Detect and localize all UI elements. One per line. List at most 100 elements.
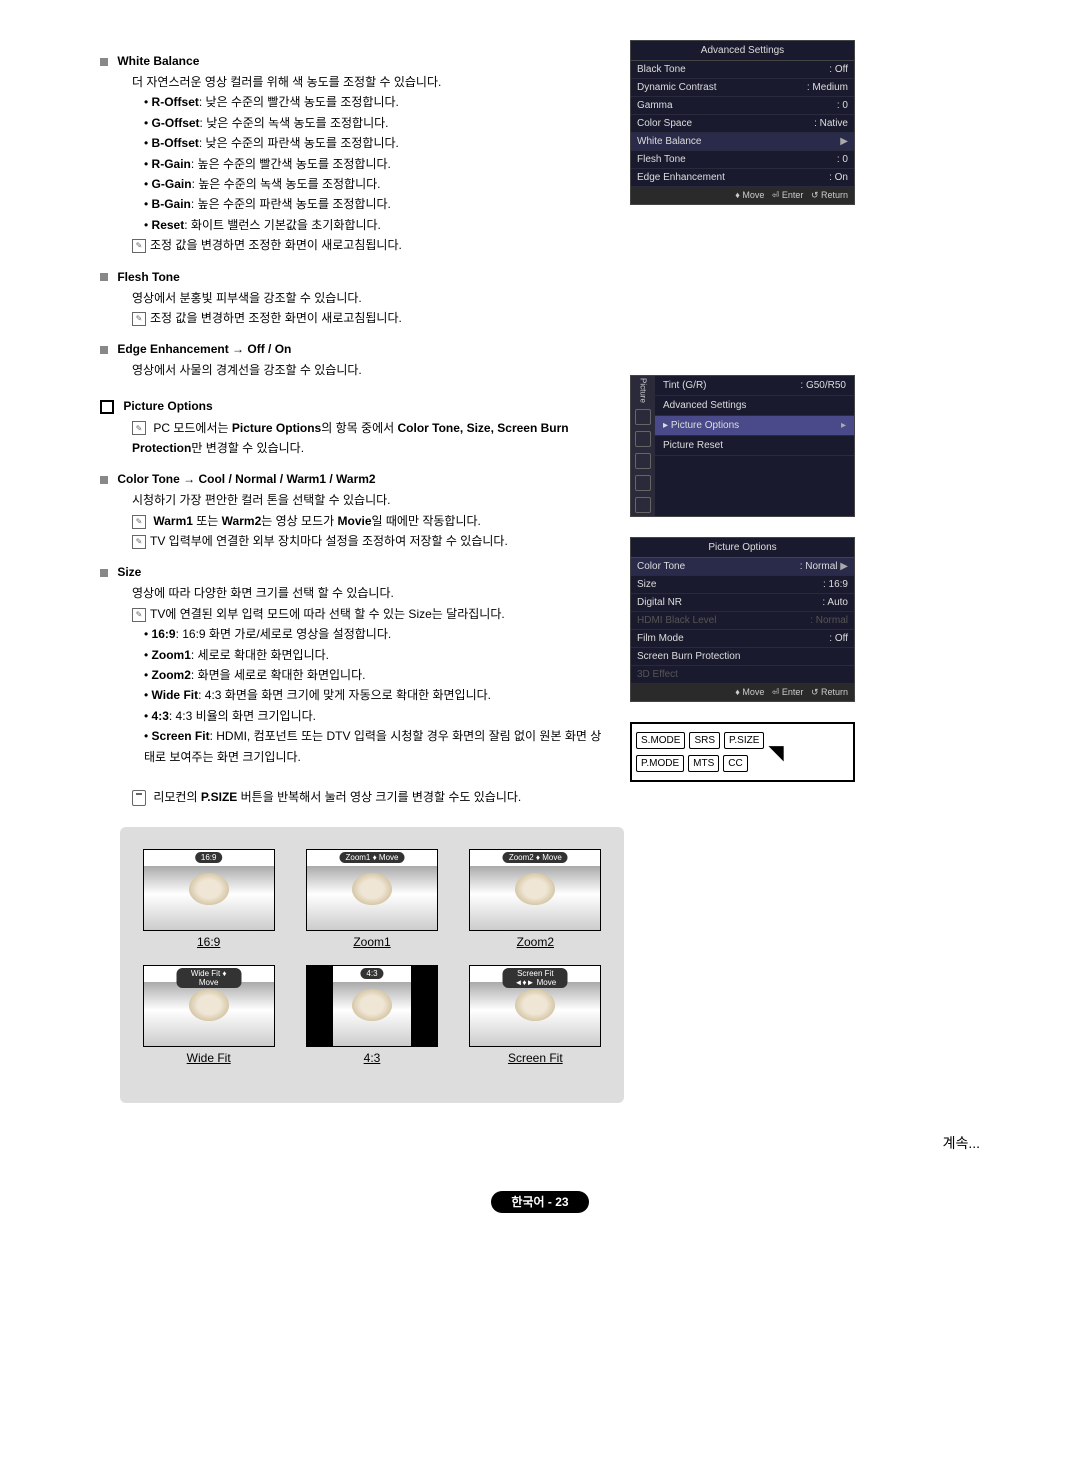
flesh-tone-desc: 영상에서 분홍빛 피부색을 강조할 수 있습니다. <box>132 288 610 308</box>
remote-icon <box>132 790 146 806</box>
bullet-icon <box>100 273 108 281</box>
picture-options-note: ✎ PC 모드에서는 Picture Options의 항목 중에서 Color… <box>132 418 610 459</box>
thumb-tag: Wide Fit ♦ Move <box>176 968 241 988</box>
note-icon: ✎ <box>132 421 146 435</box>
continue-text: 계속... <box>100 1133 980 1153</box>
wb-item-5: B-Gain: 높은 수준의 파란색 농도를 조정합니다. <box>144 194 610 214</box>
osd3-row-1: Size: 16:9 <box>631 576 854 594</box>
osd2-row-1: Advanced Settings <box>655 396 854 416</box>
osd1-row-4: White Balance▶ <box>631 133 854 151</box>
color-tone-desc: 시청하기 가장 편안한 컬러 톤을 선택할 수 있습니다. <box>132 490 610 510</box>
size-item-1: Zoom1: 세로로 확대한 화면입니다. <box>144 645 610 665</box>
size-item-3: Wide Fit: 4:3 화면을 화면 크기에 맞게 자동으로 확대한 화면입… <box>144 685 610 705</box>
bullet-icon <box>100 58 108 66</box>
square-bullet-icon <box>100 400 114 414</box>
osd1-footer: ♦ Move ⏎ Enter ↺ Return <box>631 187 854 204</box>
size-item-5: Screen Fit: HDMI, 컴포넌트 또는 DTV 입력을 시청할 경우… <box>144 726 610 767</box>
pointer-icon: ◥ <box>768 740 783 765</box>
note-icon: ✎ <box>132 239 146 253</box>
osd2-sidebar: Picture <box>631 376 655 516</box>
remote-btn-smode: S.MODE <box>636 732 685 749</box>
thumb-zoom1: Zoom1 ♦ Move Zoom1 <box>305 849 438 949</box>
thumb-tag: 16:9 <box>195 852 223 863</box>
page-footer: 한국어 - 23 <box>100 1193 980 1210</box>
osd2-sidebar-label: Picture <box>639 378 648 403</box>
osd3-title: Picture Options <box>631 538 854 558</box>
color-tone-heading: Color Tone → Cool / Normal / Warm1 / War… <box>100 472 610 486</box>
size-note1: ✎TV에 연결된 외부 입력 모드에 따라 선택 할 수 있는 Size는 달라… <box>132 604 610 624</box>
bullet-icon <box>100 476 108 484</box>
wb-item-6: Reset: 화이트 밸런스 기본값을 초기화합니다. <box>144 215 610 235</box>
size-thumbnails-grid: 16:9 16:9 Zoom1 ♦ Move Zoom1 Zoom2 ♦ Mov… <box>120 827 624 1103</box>
thumb-caption: Screen Fit <box>469 1051 602 1065</box>
white-balance-desc: 더 자연스러운 영상 컬러를 위해 색 농도를 조정할 수 있습니다. <box>132 72 610 92</box>
osd1-row-2: Gamma: 0 <box>631 97 854 115</box>
white-balance-title: White Balance <box>117 54 199 68</box>
left-column: White Balance 더 자연스러운 영상 컬러를 위해 색 농도를 조정… <box>100 40 610 807</box>
osd-advanced-settings: Advanced Settings Black Tone: Off Dynami… <box>630 40 855 205</box>
thumb-16-9: 16:9 16:9 <box>142 849 275 949</box>
bullet-icon <box>100 569 108 577</box>
osd3-row-6: 3D Effect <box>631 666 854 684</box>
thumb-4-3: 4:3 4:3 <box>305 965 438 1065</box>
color-tone-title: Color Tone → Cool / Normal / Warm1 / War… <box>117 472 375 486</box>
note-icon: ✎ <box>132 312 146 326</box>
osd1-title: Advanced Settings <box>631 41 854 61</box>
remote-illustration: S.MODE SRS P.SIZE P.MODE MTS CC ◥ <box>630 722 855 782</box>
osd1-row-0: Black Tone: Off <box>631 61 854 79</box>
menu-icon <box>635 431 651 447</box>
edge-enhancement-title: Edge Enhancement → Off / On <box>117 342 291 356</box>
wb-note: ✎조정 값을 변경하면 조정한 화면이 새로고침됩니다. <box>132 235 610 255</box>
remote-btn-pmode: P.MODE <box>636 755 684 772</box>
color-tone-note2: ✎TV 입력부에 연결한 외부 장치마다 설정을 조정하여 저장할 수 있습니다… <box>132 531 610 551</box>
menu-icon <box>635 475 651 491</box>
osd1-row-5: Flesh Tone: 0 <box>631 151 854 169</box>
page-number: 한국어 - 23 <box>491 1191 588 1213</box>
picture-options-heading: Picture Options <box>100 399 610 414</box>
size-heading: Size <box>100 565 610 579</box>
osd3-row-2: Digital NR: Auto <box>631 594 854 612</box>
edge-enhancement-heading: Edge Enhancement → Off / On <box>100 342 610 356</box>
thumb-caption: Zoom2 <box>469 935 602 949</box>
chevron-right-icon: ▶ <box>840 561 848 572</box>
thumb-caption: Wide Fit <box>142 1051 275 1065</box>
chevron-right-icon: ▶ <box>840 136 848 147</box>
wb-item-4: G-Gain: 높은 수준의 녹색 농도를 조정합니다. <box>144 174 610 194</box>
size-item-0: 16:9: 16:9 화면 가로/세로로 영상을 설정합니다. <box>144 624 610 644</box>
wb-item-1: G-Offset: 낮은 수준의 녹색 농도를 조정합니다. <box>144 113 610 133</box>
size-title: Size <box>117 565 141 579</box>
flesh-tone-heading: Flesh Tone <box>100 270 610 284</box>
thumb-caption: Zoom1 <box>305 935 438 949</box>
right-column: Advanced Settings Black Tone: Off Dynami… <box>630 40 855 807</box>
osd3-row-5: Screen Burn Protection <box>631 648 854 666</box>
thumb-wide-fit: Wide Fit ♦ Move Wide Fit <box>142 965 275 1065</box>
thumb-tag: Screen Fit ◄♦► Move <box>503 968 568 988</box>
flesh-tone-note: ✎조정 값을 변경하면 조정한 화면이 새로고침됩니다. <box>132 308 610 328</box>
osd-picture-options: Picture Options Color Tone: Normal ▶ Siz… <box>630 537 855 702</box>
note-icon: ✎ <box>132 608 146 622</box>
picture-options-title: Picture Options <box>123 399 212 413</box>
color-tone-note1: ✎ Warm1 또는 Warm2는 영상 모드가 Movie일 때에만 작동합니… <box>132 511 610 531</box>
menu-icon <box>635 453 651 469</box>
osd3-row-3: HDMI Black Level: Normal <box>631 612 854 630</box>
thumb-caption: 16:9 <box>142 935 275 949</box>
thumb-tag: Zoom1 ♦ Move <box>339 852 404 863</box>
wb-item-2: B-Offset: 낮은 수준의 파란색 농도를 조정합니다. <box>144 133 610 153</box>
wb-item-3: R-Gain: 높은 수준의 빨간색 농도를 조정합니다. <box>144 154 610 174</box>
thumb-caption: 4:3 <box>305 1051 438 1065</box>
size-item-2: Zoom2: 화면을 세로로 확대한 화면입니다. <box>144 665 610 685</box>
chevron-right-icon: ▸ <box>841 420 846 431</box>
osd2-row-2: ▸ Picture Options▸ <box>655 416 854 436</box>
flesh-tone-title: Flesh Tone <box>117 270 179 284</box>
remote-btn-cc: CC <box>723 755 747 772</box>
note-icon: ✎ <box>132 515 146 529</box>
note-icon: ✎ <box>132 535 146 549</box>
remote-btn-mts: MTS <box>688 755 719 772</box>
osd1-row-1: Dynamic Contrast: Medium <box>631 79 854 97</box>
osd3-row-0: Color Tone: Normal ▶ <box>631 558 854 576</box>
thumb-zoom2: Zoom2 ♦ Move Zoom2 <box>469 849 602 949</box>
remote-btn-srs: SRS <box>689 732 720 749</box>
osd3-footer: ♦ Move ⏎ Enter ↺ Return <box>631 684 854 701</box>
thumb-tag: 4:3 <box>360 968 383 979</box>
wb-item-0: R-Offset: 낮은 수준의 빨간색 농도를 조정합니다. <box>144 92 610 112</box>
